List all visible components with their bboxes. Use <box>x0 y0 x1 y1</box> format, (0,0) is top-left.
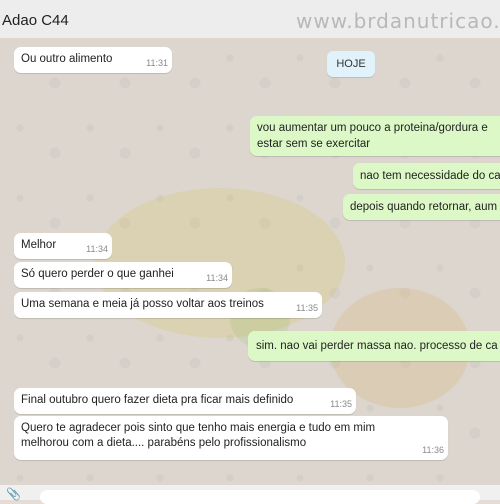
message-time: 11:31 <box>146 58 168 68</box>
message-bubble-incoming[interactable]: Melhor 11:34 <box>14 233 112 259</box>
contact-name[interactable]: Adao C44 <box>2 12 69 29</box>
message-bubble-incoming[interactable]: Ou outro alimento 11:31 <box>14 47 172 73</box>
message-text: Melhor <box>21 239 57 251</box>
message-time: 11:36 <box>422 445 444 455</box>
message-text-line: estar sem se exercitar <box>257 138 371 150</box>
day-divider-badge: HOJE <box>327 51 375 77</box>
message-bubble-incoming[interactable]: Uma semana e meia já posso voltar aos tr… <box>14 292 322 318</box>
message-bubble-incoming[interactable]: Só quero perder o que ganhei 11:34 <box>14 262 232 288</box>
chat-header: Adao C44 www.brdanutricao.co <box>0 0 500 39</box>
message-bubble-outgoing[interactable]: sim. nao vai perder massa nao. processo … <box>248 331 500 361</box>
message-text-line: Quero te agradecer pois sinto que tenho … <box>21 422 376 434</box>
message-bubble-outgoing[interactable]: depois quando retornar, aum <box>343 194 500 220</box>
message-time: 11:35 <box>296 303 318 313</box>
message-bubble-incoming[interactable]: Final outubro quero fazer dieta pra fica… <box>14 388 356 414</box>
message-text: depois quando retornar, aum <box>350 201 498 213</box>
message-bubble-outgoing[interactable]: nao tem necessidade do ca <box>353 163 500 189</box>
message-text: sim. nao vai perder massa nao. processo … <box>256 340 498 352</box>
message-time: 11:35 <box>330 399 352 409</box>
message-text: Uma semana e meia já posso voltar aos tr… <box>21 298 264 310</box>
message-text: Ou outro alimento <box>21 53 113 65</box>
message-time: 11:34 <box>86 244 108 254</box>
message-input[interactable] <box>40 490 480 504</box>
message-bubble-incoming[interactable]: Quero te agradecer pois sinto que tenho … <box>14 416 448 460</box>
message-text-line: melhorou com a dieta.... parabéns pelo p… <box>21 437 307 449</box>
paperclip-icon[interactable]: 📎 <box>6 487 21 501</box>
message-bubble-outgoing[interactable]: vou aumentar um pouco a proteina/gordura… <box>250 116 500 156</box>
message-text: nao tem necessidade do ca <box>360 170 500 182</box>
message-text: Só quero perder o que ganhei <box>21 268 174 280</box>
message-text: Final outubro quero fazer dieta pra fica… <box>21 394 294 406</box>
message-time: 11:34 <box>206 273 228 283</box>
message-text-line: vou aumentar um pouco a proteina/gordura… <box>257 122 488 134</box>
watermark-url: www.brdanutricao.co <box>296 9 500 33</box>
